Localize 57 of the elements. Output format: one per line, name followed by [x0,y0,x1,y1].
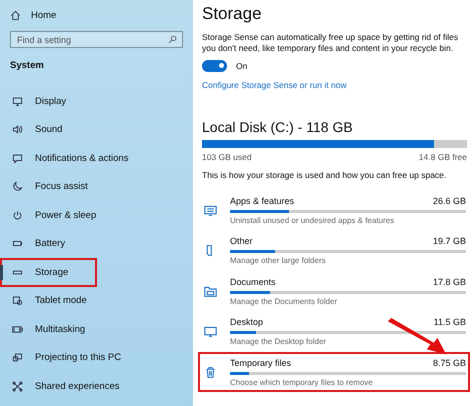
projector-icon [12,352,23,364]
category-size: 19.7 GB [432,236,466,246]
sidebar-item[interactable]: Multitasking [0,315,193,344]
sidebar-item[interactable]: Storage [0,258,97,286]
category-name: Documents [230,276,276,287]
multitasking-icon [12,324,23,335]
storage-category[interactable]: Other 19.7 GB Manage other large folders [198,230,470,271]
folder-icon [204,284,217,298]
speaker-icon [12,124,23,136]
category-size: 8.75 GB [432,358,466,368]
configure-link[interactable]: Configure Storage Sense or run it now [202,80,347,90]
category-name: Apps & features [230,196,294,206]
home-icon [10,10,21,20]
sidebar-item[interactable]: Projecting to this PC [0,344,193,372]
toggle-switch[interactable] [202,60,227,72]
sidebar-item[interactable]: Power & sleep [0,201,193,230]
category-hint: Uninstall unused or undesired apps & features [230,216,396,225]
sidebar-item[interactable]: Shared experiences [0,372,193,400]
category-hint: Manage the Desktop folder [230,337,328,346]
category-name: Other [230,236,253,246]
sidebar-item[interactable]: Sound [0,116,193,144]
home-link[interactable]: Home [0,8,193,22]
toggle-label: On [236,60,248,71]
category-size: 26.6 GB [432,196,466,206]
category-size: 11.5 GB [434,317,466,328]
search-icon [168,35,177,44]
search-field[interactable]: Find a setting [10,31,183,48]
sidebar-item[interactable]: Focus assist [0,172,193,201]
trash-icon [204,366,217,379]
category-hint: Manage the Documents folder [230,296,338,306]
description: Storage Sense can automatically free up space by getting rid of files you don't need, like temporary files and content in your recycle bin. [202,32,460,55]
monitor-icon [12,96,23,107]
storage-category[interactable]: Temporary files 8.75 GB Choose which temporary files to remove [198,352,470,392]
section-heading: System [10,60,45,71]
category-name: Temporary files [230,358,292,368]
category-size: 17.8 GB [432,276,466,287]
usage-note: This is how your storage is used and how you can free up space. [202,170,448,180]
message-icon [12,152,23,164]
category-hint: Choose which temporary files to remove [230,378,374,387]
storage-category[interactable]: Apps & features 26.6 GB Uninstall unused or undesired apps & features [198,190,470,230]
category-hint: Manage other large folders [230,256,327,266]
category-name: Desktop [230,317,264,328]
shared-icon [12,380,23,392]
sidebar-item[interactable]: Tablet mode [0,286,193,315]
power-icon [12,210,23,221]
free-label: 14.8 GB free [418,152,467,162]
moon-icon [12,181,23,192]
sidebar-item[interactable]: Display [0,87,193,116]
monitor-icon [204,204,217,217]
monitor-icon [204,325,217,338]
storage-category[interactable]: Documents 17.8 GB Manage the Documents folder [198,270,470,312]
tablet-icon [12,295,23,306]
disk-title: Local Disk (C:) - 118 GB [202,118,354,135]
sidebar-item[interactable]: Notifications & actions [0,144,193,172]
sidebar-item[interactable]: Battery [0,230,193,258]
used-label: 103 GB used [202,152,252,162]
page-title: Storage [202,4,263,24]
